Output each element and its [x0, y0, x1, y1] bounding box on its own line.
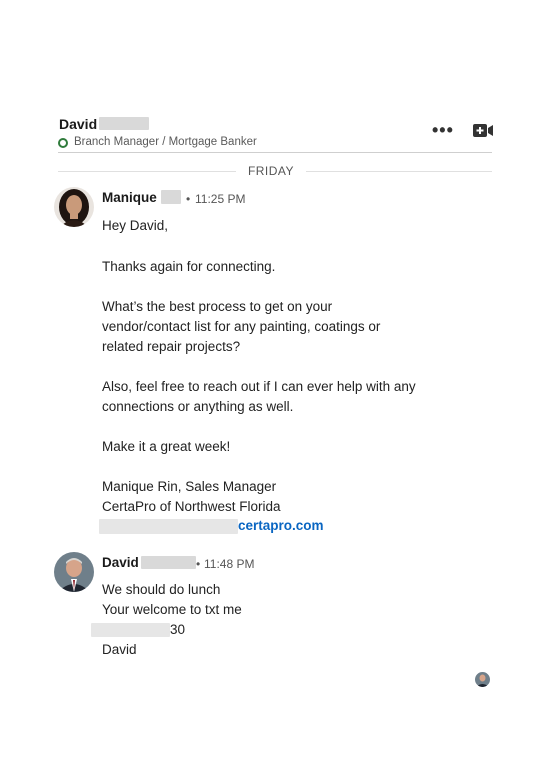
message-line: Make it a great week! [102, 439, 231, 454]
message-sender-name[interactable]: Manique [102, 190, 157, 205]
message-line: What’s the best process to get on your [102, 299, 333, 314]
sender-avatar[interactable] [54, 187, 94, 227]
message-separator-dot: • [196, 557, 201, 571]
message-line: David [102, 642, 137, 657]
day-divider-line [58, 171, 236, 172]
message-line: vendor/contact list for any painting, co… [102, 319, 381, 334]
message-timestamp: 11:48 PM [204, 557, 255, 571]
message-line: CertaPro of Northwest Florida [102, 499, 281, 514]
conversation-name[interactable]: David [59, 116, 97, 132]
read-receipt-avatar [475, 672, 490, 687]
conversation-headline: Branch Manager / Mortgage Banker [74, 136, 257, 148]
redacted-last-name [99, 117, 149, 130]
email-link[interactable]: certapro.com [238, 518, 324, 533]
redacted-phone-number [91, 623, 170, 637]
message-line: Your welcome to txt me [102, 602, 242, 617]
message-separator-dot: • [186, 192, 191, 206]
message-line: connections or anything as well. [102, 399, 294, 414]
message-line: Also, feel free to reach out if I can ev… [102, 379, 416, 394]
day-divider-line [306, 171, 492, 172]
message-line: 30 [170, 622, 186, 637]
message-timestamp: 11:25 PM [195, 192, 246, 206]
message-line: Hey David, [102, 218, 169, 233]
message-sender-name[interactable]: David [102, 555, 139, 570]
online-status-icon [58, 138, 68, 148]
redacted-email-prefix [99, 519, 238, 534]
day-divider-label: FRIDAY [247, 164, 295, 178]
redacted-last-name [141, 556, 196, 569]
more-options-icon[interactable]: ••• [432, 121, 454, 139]
message-line: Thanks again for connecting. [102, 259, 276, 274]
redacted-last-name [161, 190, 181, 204]
sender-avatar[interactable] [54, 552, 94, 592]
header-divider [58, 152, 492, 153]
message-line: related repair projects? [102, 339, 241, 354]
message-line: We should do lunch [102, 582, 221, 597]
message-line: Manique Rin, Sales Manager [102, 479, 277, 494]
video-call-icon[interactable] [473, 124, 493, 137]
